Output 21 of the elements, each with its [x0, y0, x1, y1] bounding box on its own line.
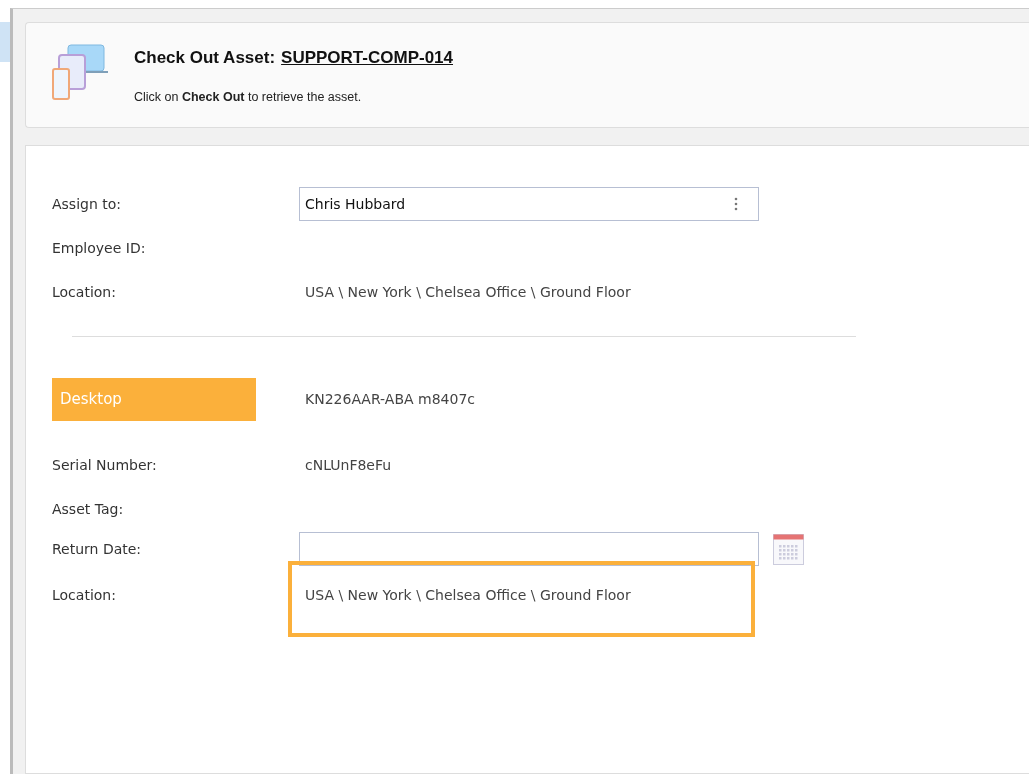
- assignee-select[interactable]: Chris Hubbard: [299, 187, 759, 221]
- field-label: Serial Number:: [52, 457, 158, 473]
- page-title: Check Out Asset:: [134, 48, 276, 68]
- field-label: Employee ID:: [52, 240, 147, 256]
- calendar-icon[interactable]: [773, 533, 804, 565]
- devices-icon: [52, 43, 108, 101]
- field-label: Location:: [52, 284, 117, 300]
- field-value: cNLUnF8eFu: [304, 457, 393, 473]
- instruction-text: Click on Check Out to retrieve the asset.: [134, 90, 363, 104]
- edge-accent: [0, 22, 10, 62]
- field-value: USA \ New York \ Chelsea Office \ Ground Floor: [304, 587, 632, 603]
- asset-model: KN226AAR-ABA m8407c: [304, 391, 476, 407]
- field-label: Assign to:: [52, 196, 123, 212]
- field-value: USA \ New York \ Chelsea Office \ Ground Floor: [304, 284, 632, 300]
- asset-type-badge: Desktop: [52, 377, 256, 421]
- field-label: Asset Tag:: [52, 501, 125, 517]
- return-date-field[interactable]: [299, 532, 759, 566]
- field-label: Location:: [52, 587, 117, 603]
- asset-link[interactable]: SUPPORT-COMP-014: [281, 48, 453, 68]
- field-label: Return Date:: [52, 541, 143, 557]
- more-icon[interactable]: [734, 197, 738, 211]
